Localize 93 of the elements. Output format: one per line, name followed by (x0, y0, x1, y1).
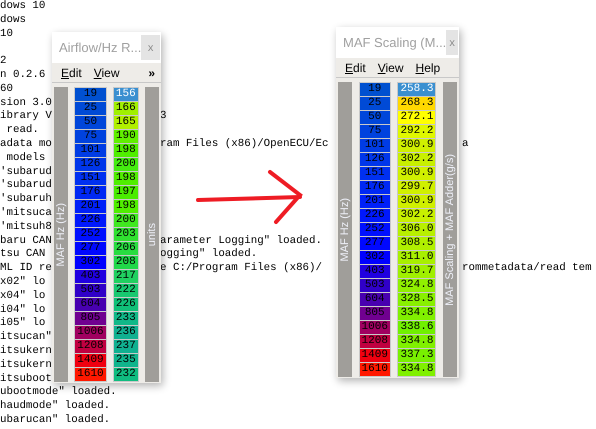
table-cell[interactable]: 200 (114, 214, 138, 227)
log-text: rommetadata/read tem (462, 262, 592, 274)
table-cell[interactable]: 203 (114, 228, 138, 241)
log-text: i04" lo (0, 304, 46, 316)
table-cell[interactable]: 1409 (75, 354, 106, 367)
log-text: e C:/Program Files (x86)/ (160, 262, 322, 274)
log-text: x04" lo (0, 290, 46, 302)
table-cell[interactable]: 302.2 (398, 209, 436, 222)
table-cell[interactable]: 337.3 (398, 349, 436, 362)
log-text: 2 (0, 55, 6, 68)
table-cell[interactable]: 324.8 (398, 279, 436, 292)
log-text: 3 (160, 110, 166, 122)
axis-label: units (144, 87, 159, 382)
menu-item[interactable]: View (94, 66, 120, 80)
table-cell[interactable]: 300.9 (398, 167, 436, 180)
log-text: haudmode" loaded. (0, 400, 110, 412)
table-cell[interactable]: 319.7 (398, 265, 436, 278)
log-text: itsukern (0, 344, 52, 357)
window-title: MAF Scaling (M... (343, 35, 446, 50)
log-text: ubarucan" loaded. (0, 414, 110, 426)
log-text: i05" lo (0, 317, 46, 330)
log-text: 'mitsuca (0, 206, 52, 219)
log-text: 10 (0, 28, 13, 40)
menu-item[interactable]: View (378, 60, 404, 74)
log-text: 'mitsuh8 (0, 220, 52, 233)
table-cell[interactable]: 1610 (360, 363, 390, 376)
log-text: x02" lo (0, 276, 46, 288)
table-cell[interactable]: 334.8 (398, 363, 436, 376)
table-cell[interactable]: 198 (114, 172, 138, 185)
log-text: read. (5, 124, 39, 136)
log-text: 60 (0, 82, 13, 95)
log-text: n 0.2.6 (0, 68, 46, 81)
table-cell[interactable]: 308.5 (398, 237, 436, 250)
table-cell[interactable]: 232 (114, 368, 138, 381)
table-cell[interactable]: 1610 (75, 368, 106, 381)
table-cell[interactable]: 200 (114, 158, 138, 171)
log-text: ibrary V (0, 110, 52, 122)
table-cell[interactable]: 235 (114, 354, 138, 367)
table-cell[interactable]: 300.9 (398, 195, 436, 208)
log-text: ogging" loaded. (160, 248, 258, 260)
log-text: itsukern (0, 358, 52, 371)
log-text: tsu CAN (0, 248, 46, 260)
table-cell[interactable]: 222 (114, 284, 138, 297)
table-cell[interactable]: 166 (114, 102, 138, 115)
log-text: baru CAN (0, 234, 52, 247)
table-cell[interactable]: 198 (114, 144, 138, 157)
table-cell[interactable]: 217 (114, 270, 138, 283)
table-cell[interactable]: 272.1 (398, 111, 436, 124)
log-text: a (462, 138, 468, 150)
log-text: dows (0, 14, 26, 26)
log-text: sion 3.0 (0, 96, 52, 109)
table-cell[interactable]: 302.2 (398, 153, 436, 166)
table-cell[interactable]: 334.8 (398, 335, 436, 348)
table-cell[interactable]: 197 (114, 186, 138, 199)
table-cell[interactable]: 226 (114, 298, 138, 311)
log-text: itsuboot (0, 372, 52, 385)
axis-label: MAF Scaling + MAF Adder(g/s) (442, 82, 457, 377)
menu-item[interactable]: Help (416, 60, 440, 74)
log-text: itsucan" (0, 331, 52, 344)
table-cell[interactable]: 165 (114, 116, 138, 129)
menu-item[interactable]: Edit (345, 60, 366, 74)
log-text: models (5, 152, 46, 164)
table-cell[interactable]: 306.0 (398, 223, 436, 236)
window-title: Airflow/Hz R... (59, 40, 142, 55)
log-text: dows 10 (0, 0, 46, 12)
log-text: arameter Logging" loaded. (160, 234, 322, 247)
table-cell[interactable]: 1409 (360, 349, 390, 362)
log-text: ML ID re (0, 262, 52, 274)
table-cell[interactable]: 338.6 (398, 321, 436, 334)
table-cell[interactable]: 334.8 (398, 307, 436, 320)
table-cell[interactable]: 206 (114, 242, 138, 255)
log-text: 'subaruh (0, 193, 52, 206)
menu-item[interactable]: Edit (61, 66, 82, 80)
menu-overflow[interactable]: » (148, 66, 155, 80)
table-cell[interactable]: 268.3 (398, 97, 436, 110)
log-text: adata mo (0, 138, 52, 150)
log-text: ubootmode" loaded. (0, 386, 117, 398)
table-cell[interactable]: 299.7 (398, 181, 436, 194)
table-cell[interactable]: 233 (114, 312, 138, 325)
log-text: 'subarud (0, 166, 52, 178)
log-text: ram Files (x86)/OpenECU/Ec (160, 138, 328, 150)
table-cell[interactable]: 300.9 (398, 139, 436, 152)
table-cell[interactable]: 237 (114, 340, 138, 353)
axis-label: MAF Hz (Hz) (54, 87, 68, 382)
table-cell[interactable]: 328.5 (398, 293, 436, 306)
table-cell[interactable]: 208 (114, 256, 138, 269)
axis-label: MAF Hz (Hz) (338, 82, 352, 377)
table-cell[interactable]: 190 (114, 130, 138, 143)
table-cell[interactable]: 311.0 (398, 251, 436, 264)
log-text: 'subarud (0, 179, 52, 192)
table-cell[interactable]: 198 (114, 200, 138, 213)
table-cell[interactable]: 292.2 (398, 125, 436, 138)
table-cell[interactable]: 236 (114, 326, 138, 339)
